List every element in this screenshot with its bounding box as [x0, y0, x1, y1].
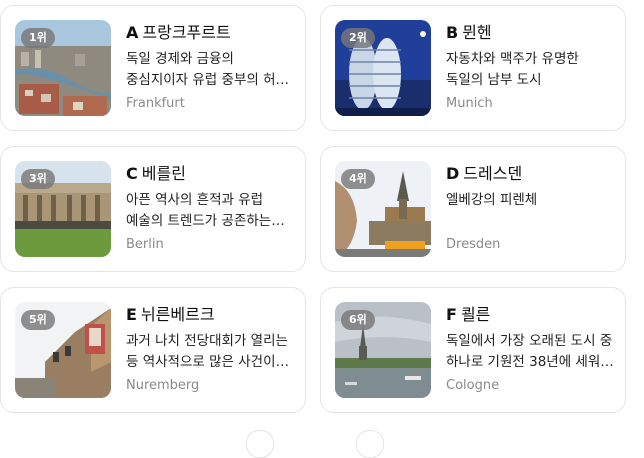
city-title: E 뉘른베르크 — [126, 305, 298, 325]
city-english-name: Dresden — [446, 237, 501, 252]
city-card-frankfurt[interactable]: 1위 A프랑크푸르트 독일 경제와 금융의 중심지이자 유럽 중부의 허브 도시… — [0, 5, 306, 131]
city-photo-frankfurt: 1위 — [15, 20, 111, 116]
city-photo-dresden: 4위 — [335, 161, 431, 257]
city-photo-cologne: 6위 — [335, 302, 431, 398]
city-english-name: Berlin — [126, 237, 164, 252]
rank-badge: 3위 — [21, 169, 55, 189]
city-title: B 뮌헨 — [446, 23, 618, 43]
city-description: 자동차와 맥주가 유명한 독일의 남부 도시 — [446, 51, 579, 88]
city-description: 엘베강의 피렌체 — [446, 192, 538, 208]
rank-badge: 5위 — [21, 310, 55, 330]
city-name: 뮌헨 — [462, 23, 492, 42]
rank-badge: 4위 — [341, 169, 375, 189]
rank-badge: 1위 — [21, 28, 55, 48]
city-card-munich[interactable]: 2위 B 뮌헨 자동차와 맥주가 유명한 독일의 남부 도시 Munich — [320, 5, 626, 131]
option-letter: C — [126, 164, 138, 183]
city-card-cologne[interactable]: 6위 F 쾰른 독일에서 가장 오래된 도시 중 하나로 기원전 38년에 세워진… — [320, 287, 626, 413]
rank-badge: 6위 — [341, 310, 375, 330]
city-photo-nuremberg: 5위 — [15, 302, 111, 398]
city-description: 과거 나치 전당대회가 열리는 등 역사적으로 많은 사건이 있었던 도시 — [126, 333, 288, 370]
city-title: A 프랑크푸르트 — [126, 23, 298, 43]
option-letter: E — [126, 305, 137, 324]
city-english-name: Munich — [446, 96, 493, 111]
city-name: 프랑크푸르트 — [142, 23, 231, 42]
city-title: D 드레스덴 — [446, 164, 618, 184]
city-name: 쾰른 — [460, 305, 491, 324]
city-ranking-grid: 1위 A프랑크푸르트 독일 경제와 금융의 중심지이자 유럽 중부의 허브 도시… — [0, 0, 644, 458]
city-title: F 쾰른 — [446, 305, 618, 325]
option-letter: B — [446, 23, 459, 42]
city-card-dresden[interactable]: 4위 D 드레스덴 엘베강의 피렌체 Dresden — [320, 146, 626, 272]
city-name: 드레스덴 — [463, 164, 523, 183]
prev-page-button[interactable] — [246, 430, 274, 458]
city-card-berlin[interactable]: 3위 C베를린 아픈 역사의 흔적과 유럽 예술의 트렌드가 공존하는 도시 B… — [0, 146, 306, 272]
city-name: 베를린 — [141, 164, 186, 183]
city-description: 독일 경제와 금융의 중심지이자 유럽 중부의 허브 도시 — [126, 51, 288, 88]
city-description: 아픈 역사의 흔적과 유럽 예술의 트렌드가 공존하는 도시 — [126, 192, 272, 229]
option-letter: F — [446, 305, 457, 324]
city-description: 독일에서 가장 오래된 도시 중 하나로 기원전 38년에 세워진 도시 — [446, 333, 613, 370]
city-title: C 베를린 — [126, 164, 298, 184]
option-letter: A — [126, 23, 139, 42]
city-name: 뉘른베르크 — [140, 305, 215, 324]
city-english-name: Frankfurt — [126, 96, 185, 111]
city-english-name: Cologne — [446, 378, 500, 393]
city-card-nuremberg[interactable]: 5위 E 뉘른베르크 과거 나치 전당대회가 열리는 등 역사적으로 많은 사건이… — [0, 287, 306, 413]
rank-badge: 2위 — [341, 28, 375, 48]
option-letter: D — [446, 164, 460, 183]
city-english-name: Nuremberg — [126, 378, 200, 393]
city-photo-munich: 2위 — [335, 20, 431, 116]
city-photo-berlin: 3위 — [15, 161, 111, 257]
next-page-button[interactable] — [356, 430, 384, 458]
